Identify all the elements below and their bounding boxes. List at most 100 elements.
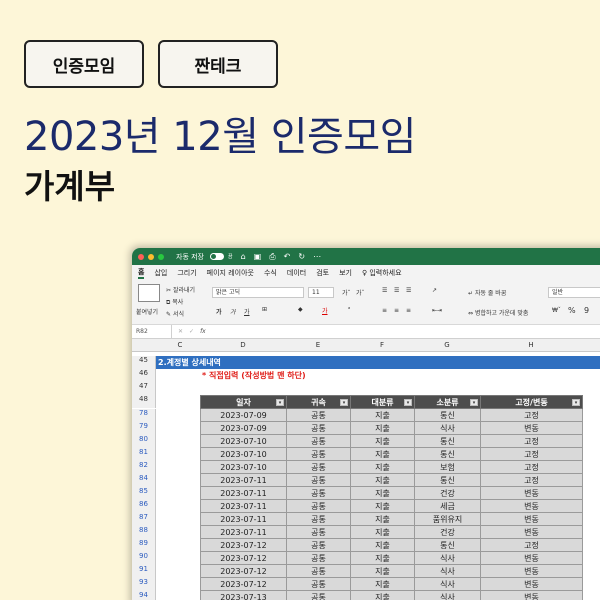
row-header[interactable]: 82: [132, 461, 156, 474]
table-cell[interactable]: 고정: [480, 447, 583, 461]
table-cell[interactable]: 품위유지: [414, 512, 481, 526]
row-header[interactable]: 89: [132, 539, 156, 552]
zoom-window-dot[interactable]: [158, 253, 164, 260]
table-cell[interactable]: 식사: [414, 564, 481, 578]
column-header[interactable]: G: [414, 341, 480, 349]
tab-data[interactable]: 데이터: [287, 268, 306, 278]
table-cell[interactable]: 변동: [480, 421, 583, 435]
column-header[interactable]: H: [480, 341, 582, 349]
table-cell[interactable]: 2023-07-11: [200, 512, 287, 526]
table-cell[interactable]: 세금: [414, 499, 481, 513]
row-header[interactable]: 85: [132, 487, 156, 500]
italic-icon[interactable]: 가: [230, 307, 236, 316]
paste-icon[interactable]: [138, 284, 160, 302]
table-cell[interactable]: 2023-07-11: [200, 486, 287, 500]
table-row[interactable]: 2023-07-13 공통 지출 식사 변동: [200, 590, 583, 600]
merge-center-button[interactable]: ⇔ 병합하고 가운데 맞춤: [468, 308, 528, 317]
save-icon[interactable]: ▣: [254, 252, 262, 261]
redo-icon[interactable]: ↻: [298, 252, 305, 261]
print-icon[interactable]: ⎙: [269, 252, 275, 262]
table-cell[interactable]: 공통: [286, 525, 351, 539]
wrap-text-button[interactable]: ↵ 자동 줄 바꿈: [468, 288, 506, 297]
row-header[interactable]: 93: [132, 578, 156, 591]
table-cell[interactable]: 고정: [480, 473, 583, 487]
table-cell[interactable]: 2023-07-13: [200, 590, 287, 600]
table-cell[interactable]: 공통: [286, 460, 351, 474]
table-cell[interactable]: 2023-07-12: [200, 538, 287, 552]
align-bottom-icon[interactable]: ☰: [406, 287, 411, 294]
row-header[interactable]: 84: [132, 474, 156, 487]
table-cell[interactable]: 지출: [350, 499, 415, 513]
table-cell[interactable]: 지출: [350, 551, 415, 565]
tab-draw[interactable]: 그리기: [177, 268, 196, 278]
table-cell[interactable]: 공통: [286, 551, 351, 565]
table-row[interactable]: 2023-07-12 공통 지출 식사 변동: [200, 577, 583, 591]
table-cell[interactable]: 지출: [350, 486, 415, 500]
table-cell[interactable]: 변동: [480, 486, 583, 500]
table-row[interactable]: 2023-07-11 공통 지출 통신 고정: [200, 473, 583, 487]
column-header[interactable]: D: [200, 341, 286, 349]
row-header[interactable]: 79: [132, 422, 156, 435]
comma-icon[interactable]: 9: [584, 306, 589, 315]
table-cell[interactable]: 지출: [350, 408, 415, 422]
table-cell[interactable]: 지출: [350, 590, 415, 600]
tab-home[interactable]: 홈: [138, 267, 145, 279]
phonetic-icon[interactable]: ᵃ: [348, 306, 350, 313]
row-header[interactable]: 91: [132, 565, 156, 578]
home-icon[interactable]: ⌂: [241, 252, 246, 261]
table-cell[interactable]: 통신: [414, 447, 481, 461]
align-right-icon[interactable]: ≡: [406, 307, 411, 314]
table-cell[interactable]: 통신: [414, 473, 481, 487]
fx-icon[interactable]: fx: [200, 328, 206, 335]
table-cell[interactable]: 보험: [414, 460, 481, 474]
table-cell[interactable]: 지출: [350, 473, 415, 487]
table-cell[interactable]: 공통: [286, 538, 351, 552]
table-cell[interactable]: 지출: [350, 421, 415, 435]
table-cell[interactable]: 공통: [286, 408, 351, 422]
table-cell[interactable]: 공통: [286, 473, 351, 487]
table-cell[interactable]: 고정: [480, 460, 583, 474]
table-cell[interactable]: 지출: [350, 434, 415, 448]
table-cell[interactable]: 2023-07-09: [200, 408, 287, 422]
table-cell[interactable]: 변동: [480, 525, 583, 539]
table-cell[interactable]: 지출: [350, 447, 415, 461]
table-cell[interactable]: 지출: [350, 538, 415, 552]
tab-formulas[interactable]: 수식: [264, 268, 277, 278]
font-size-select[interactable]: 11: [308, 287, 334, 298]
table-cell[interactable]: 공통: [286, 499, 351, 513]
table-row[interactable]: 2023-07-10 공통 지출 통신 고정: [200, 447, 583, 461]
close-window-dot[interactable]: [138, 253, 144, 260]
border-icon[interactable]: ⊞: [262, 306, 267, 313]
table-row[interactable]: 2023-07-09 공통 지출 통신 고정: [200, 408, 583, 422]
table-cell[interactable]: 변동: [480, 564, 583, 578]
cancel-icon[interactable]: ✕: [178, 328, 183, 335]
table-cell[interactable]: 2023-07-12: [200, 577, 287, 591]
row-header[interactable]: 86: [132, 500, 156, 513]
table-cell[interactable]: 공통: [286, 577, 351, 591]
table-cell[interactable]: 변동: [480, 590, 583, 600]
bold-icon[interactable]: 가: [216, 307, 222, 316]
sheet-grid[interactable]: 45 46 47 48 78 79 80 81 82 84 85 86 87 88 89 90 91 93…: [132, 356, 600, 600]
table-row[interactable]: 2023-07-12 공통 지출 식사 변동: [200, 551, 583, 565]
filter-dropdown-icon[interactable]: ▾: [572, 399, 580, 406]
column-header[interactable]: E: [286, 341, 350, 349]
table-cell[interactable]: 2023-07-12: [200, 564, 287, 578]
table-row[interactable]: 2023-07-11 공통 지출 세금 변동: [200, 499, 583, 513]
table-cell[interactable]: 고정: [480, 408, 583, 422]
table-cell[interactable]: 변동: [480, 551, 583, 565]
font-size-up-icon[interactable]: 가ˆ: [342, 288, 351, 297]
table-cell[interactable]: 건강: [414, 486, 481, 500]
table-cell[interactable]: 공통: [286, 421, 351, 435]
column-header[interactable]: C: [162, 341, 198, 349]
table-cell[interactable]: 식사: [414, 551, 481, 565]
cut-button[interactable]: ✂ 잘라내기: [166, 285, 195, 294]
row-header[interactable]: 47: [132, 382, 156, 395]
table-cell[interactable]: 고정: [480, 538, 583, 552]
font-name-select[interactable]: 맑은 고딕: [212, 287, 304, 298]
table-cell[interactable]: 2023-07-11: [200, 499, 287, 513]
table-cell[interactable]: 공통: [286, 447, 351, 461]
filter-dropdown-icon[interactable]: ▾: [276, 399, 284, 406]
table-cell[interactable]: 지출: [350, 460, 415, 474]
row-header[interactable]: 45: [132, 356, 156, 369]
table-row[interactable]: 2023-07-12 공통 지출 통신 고정: [200, 538, 583, 552]
